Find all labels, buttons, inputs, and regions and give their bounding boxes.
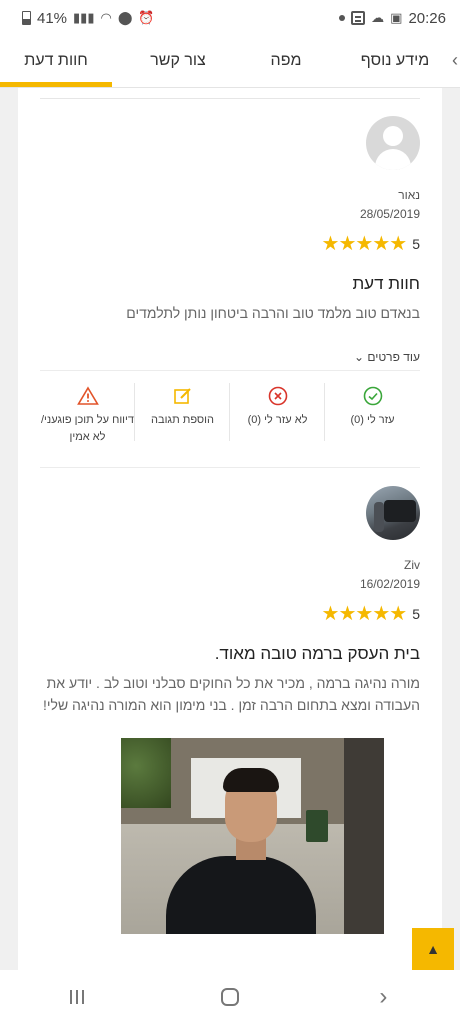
- star-rating-icon: ★★★★★: [321, 233, 408, 255]
- recents-button[interactable]: [47, 977, 107, 1017]
- star-rating-icon: ★★★★★: [321, 603, 408, 625]
- warning-icon: [76, 385, 99, 407]
- report-label-line1: דיווח על תוכן פוגעני/: [41, 414, 134, 426]
- check-circle-icon: [362, 385, 384, 407]
- status-right: ☁ ▣ 20:26: [339, 10, 446, 27]
- not-helpful-label: לא עזר לי (0): [247, 414, 308, 426]
- status-bar: 41% ▮▮▮ ◠ ⬤ ⏰ ☁ ▣ 20:26: [0, 0, 460, 36]
- add-reply-label: הוספת תגובה: [151, 414, 214, 426]
- review-date: 16/02/2019: [359, 577, 420, 591]
- review-title: בית העסק ברמה טובה מאוד.: [214, 644, 420, 663]
- location-icon: ⬤: [117, 10, 133, 25]
- more-details-link[interactable]: עוד פרטים ⌄: [40, 350, 420, 364]
- clock: 20:26: [408, 9, 446, 27]
- helpful-button[interactable]: עזר לי (0): [325, 371, 420, 467]
- reviewer-name: נאור: [398, 188, 420, 202]
- message-icon: [351, 11, 366, 25]
- signal-icon: ▮▮▮: [73, 10, 95, 25]
- back-icon: ›: [379, 983, 388, 1010]
- scroll-to-top-button[interactable]: ▲: [412, 928, 454, 970]
- avatar: [366, 486, 420, 540]
- recents-icon: [69, 990, 84, 1004]
- review-actions: עזר לי (0) לא עזר לי (0) הוספת תגובה דיו…: [40, 370, 420, 468]
- review-text: מורה נהיגה ברמה , מכיר את כל החוקים סבלנ…: [43, 675, 420, 714]
- review-item: נאור 28/05/2019 5 ★★★★★ חוות דעת בנאדם ט…: [40, 116, 420, 364]
- review-photo[interactable]: [121, 738, 384, 934]
- x-circle-icon: [267, 385, 289, 407]
- tab-reviews[interactable]: חוות דעת: [0, 36, 112, 86]
- report-button[interactable]: דיווח על תוכן פוגעני/ לא אמין: [40, 371, 135, 467]
- gallery-icon: ▣: [390, 10, 403, 25]
- tab-contact[interactable]: צור קשר: [118, 36, 238, 86]
- chevron-left-icon[interactable]: ‹: [452, 50, 458, 71]
- status-left: 41% ▮▮▮ ◠ ⬤ ⏰: [22, 10, 155, 27]
- rating-row: 5 ★★★★★: [40, 231, 420, 256]
- alarm-icon: ⏰: [138, 10, 155, 25]
- battery-icon: [22, 11, 31, 25]
- review-date: 28/05/2019: [359, 207, 420, 221]
- home-icon: [220, 988, 239, 1006]
- cloud-icon: ☁: [371, 10, 385, 25]
- system-nav-bar: ›: [0, 970, 460, 1024]
- not-helpful-button[interactable]: לא עזר לי (0): [230, 371, 325, 467]
- battery-percent: 41%: [37, 9, 68, 27]
- reviews-content[interactable]: נאור 28/05/2019 5 ★★★★★ חוות דעת בנאדם ט…: [0, 88, 460, 970]
- review-title: חוות דעת: [352, 274, 420, 293]
- notification-dot-icon: [339, 15, 346, 21]
- edit-icon: [172, 385, 194, 407]
- reviewer-name: Ziv: [404, 558, 420, 572]
- tab-more-info[interactable]: מידע נוסף: [345, 36, 445, 86]
- divider: [40, 98, 420, 99]
- review-text: בנאדם טוב מלמד טוב והרבה ביטחון נותן לתל…: [126, 305, 420, 321]
- chevron-up-icon: ▲: [426, 941, 440, 957]
- rating-value: 5: [412, 605, 420, 622]
- rating-value: 5: [412, 235, 420, 252]
- review-item: Ziv 16/02/2019 5 ★★★★★ בית העסק ברמה טוב…: [40, 486, 420, 717]
- wifi-icon: ◠: [100, 10, 112, 25]
- home-button[interactable]: [200, 977, 260, 1017]
- tab-bar: חוות דעת צור קשר מפה מידע נוסף ‹: [0, 36, 460, 88]
- avatar: [366, 116, 420, 170]
- helpful-label: עזר לי (0): [350, 414, 395, 426]
- back-button[interactable]: ›: [353, 977, 413, 1017]
- add-reply-button[interactable]: הוספת תגובה: [135, 371, 230, 467]
- report-label-line2: לא אמין: [69, 430, 106, 443]
- tab-map[interactable]: מפה: [238, 36, 334, 86]
- rating-row: 5 ★★★★★: [40, 601, 420, 626]
- active-tab-indicator: [0, 82, 112, 87]
